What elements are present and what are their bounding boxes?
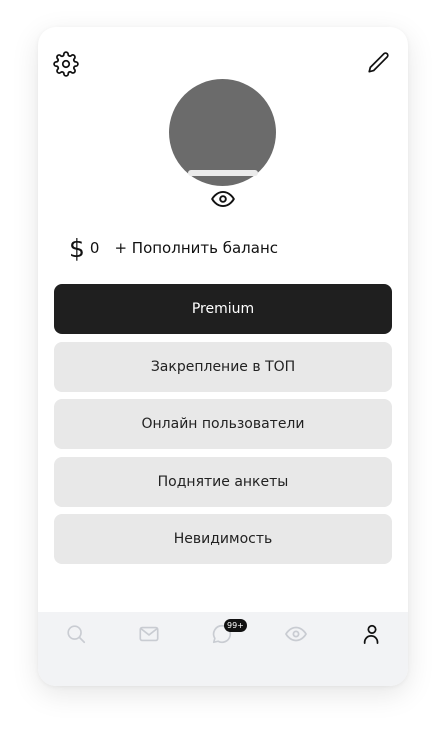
dollar-icon: $: [69, 233, 85, 263]
tab-profile[interactable]: [352, 617, 392, 651]
tab-chats[interactable]: 99+: [202, 617, 247, 651]
tab-guests[interactable]: [276, 617, 316, 651]
premium-button[interactable]: Premium: [54, 284, 392, 334]
balance-row: $ 0 + Пополнить баланс: [69, 233, 278, 263]
topup-balance-link[interactable]: + Пополнить баланс: [114, 239, 278, 257]
eye-icon: [211, 190, 235, 208]
edit-profile-button[interactable]: [365, 49, 393, 77]
bottom-tab-bar: 99+: [38, 612, 408, 686]
unread-badge: 99+: [224, 619, 247, 632]
tab-search[interactable]: [56, 617, 96, 651]
username-placeholder: [188, 170, 258, 176]
mail-icon: [139, 626, 159, 642]
online-users-button[interactable]: Онлайн пользователи: [54, 399, 392, 449]
settings-button[interactable]: [52, 50, 80, 78]
gear-icon: [53, 51, 79, 77]
raise-profile-button[interactable]: Поднятие анкеты: [54, 457, 392, 507]
search-icon: [67, 625, 86, 644]
profile-card: $ 0 + Пополнить баланс Premium Закреплен…: [38, 27, 408, 686]
invisibility-button[interactable]: Невидимость: [54, 514, 392, 564]
profile-visibility-button[interactable]: [210, 186, 236, 212]
balance-amount: 0: [89, 239, 100, 257]
pencil-icon: [368, 52, 389, 73]
tab-mail[interactable]: [129, 617, 169, 651]
pin-top-button[interactable]: Закрепление в ТОП: [54, 342, 392, 392]
user-icon: [363, 624, 379, 645]
eye-icon: [285, 626, 307, 642]
